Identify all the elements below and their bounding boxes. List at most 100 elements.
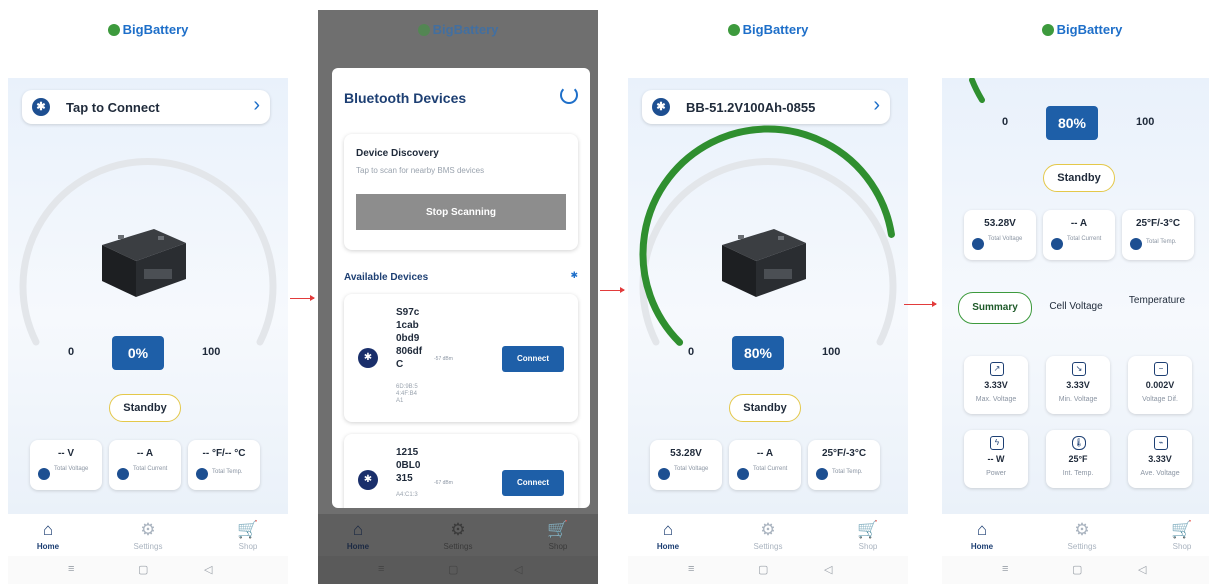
metric-value: 3.33V — [1066, 380, 1090, 390]
metric-label: Voltage Dif. — [1142, 396, 1178, 403]
screen-disconnected: BigBattery ✱ Tap to Connect › 0 0% 100 S… — [8, 0, 288, 584]
dashboard: ✱ BB-51.2V100Ah-0855 › 0 80% 100 Standby… — [628, 78, 908, 514]
nav-home-label: Home — [36, 542, 60, 551]
brand-icon — [417, 24, 430, 36]
nav-settings-label: Settings — [133, 542, 163, 551]
nav-settings-label: Settings — [443, 542, 473, 551]
metric-value: 0.002V — [1145, 380, 1175, 390]
menu-icon[interactable]: ≡ — [1002, 563, 1008, 575]
voltage-icon — [658, 468, 670, 480]
discovery-title: Device Discovery — [356, 148, 439, 159]
flow-arrow — [600, 287, 625, 293]
dashboard-scrolled[interactable]: 0 80% 100 Standby 53.28V Total Voltage --… — [942, 78, 1209, 514]
status-badge: Standby — [109, 394, 181, 422]
flow-arrow — [904, 301, 937, 307]
bottom-nav: ⌂ Home ⚙ Settings 🛒 Shop — [318, 514, 598, 556]
temp-label: Total Temp. — [832, 469, 863, 475]
menu-icon[interactable]: ≡ — [688, 563, 694, 575]
voltage-label: Total Voltage — [674, 466, 709, 472]
brand-name: BigBattery — [742, 22, 809, 37]
back-icon[interactable]: ◁ — [824, 563, 832, 576]
thermometer-icon: 🌡 — [1072, 436, 1086, 450]
tab-summary[interactable]: Summary — [958, 292, 1032, 324]
system-nav-bar: ≡ ▢ ◁ — [318, 556, 598, 584]
back-icon[interactable]: ◁ — [514, 563, 522, 576]
current-icon — [737, 468, 749, 480]
nav-settings[interactable]: ⚙ Settings — [738, 520, 798, 551]
status-badge: Standby — [1043, 164, 1115, 192]
connect-button[interactable]: Connect — [502, 346, 564, 372]
gauge-max: 100 — [1136, 116, 1155, 128]
nav-home-label: Home — [970, 542, 994, 551]
brand-logo: BigBattery — [318, 22, 598, 37]
home-square-icon[interactable]: ▢ — [448, 563, 458, 576]
nav-settings[interactable]: ⚙ Settings — [1052, 520, 1112, 551]
temp-label: Total Temp. — [1146, 239, 1177, 245]
back-icon[interactable]: ◁ — [1138, 563, 1146, 576]
nav-home[interactable]: ⌂ Home — [328, 520, 388, 551]
device-item[interactable]: ✱ 1215 0BL0 315 -67 dBm A4:C1:3 Connect — [344, 434, 578, 508]
current-value: -- A — [136, 448, 154, 459]
metric-label: Min. Voltage — [1058, 396, 1098, 403]
nav-shop[interactable]: 🛒 Shop — [838, 520, 898, 551]
nav-shop[interactable]: 🛒 Shop — [218, 520, 278, 551]
nav-settings[interactable]: ⚙ Settings — [118, 520, 178, 551]
menu-icon[interactable]: ≡ — [378, 563, 384, 575]
stop-scanning-button[interactable]: Stop Scanning — [356, 194, 566, 230]
device-name: S97c 1cab 0bd9 806df C — [396, 307, 423, 370]
current-value: -- A — [1070, 218, 1088, 229]
menu-icon[interactable]: ≡ — [68, 563, 74, 575]
modal-backdrop[interactable]: BigBattery Bluetooth Devices Device Disc… — [318, 10, 598, 584]
nav-home-label: Home — [656, 542, 680, 551]
tab-cell-voltage[interactable]: Cell Voltage — [1038, 292, 1114, 322]
battery-image — [716, 221, 808, 301]
charge-percent: 80% — [1046, 106, 1098, 140]
brand-icon — [1041, 24, 1054, 36]
nav-shop[interactable]: 🛒 Shop — [528, 520, 588, 551]
device-item[interactable]: ✱ S97c 1cab 0bd9 806df C -57 dBm 6D:9B:5… — [344, 294, 578, 422]
charge-percent: 80% — [732, 336, 784, 370]
temp-icon — [196, 468, 208, 480]
nav-settings[interactable]: ⚙ Settings — [428, 520, 488, 551]
temp-value: -- °F/-- °C — [202, 448, 246, 459]
bottom-nav: ⌂ Home ⚙ Settings 🛒 Shop — [628, 514, 908, 556]
nav-shop[interactable]: 🛒 Shop — [1152, 520, 1209, 551]
gauge-min: 0 — [1002, 116, 1009, 128]
nav-home[interactable]: ⌂ Home — [18, 520, 78, 551]
voltage-icon — [38, 468, 50, 480]
nav-home[interactable]: ⌂ Home — [638, 520, 698, 551]
temp-card: 25°F/-3°C Total Temp. — [1122, 210, 1194, 260]
modal-title: Bluetooth Devices — [344, 90, 467, 106]
tab-temperature[interactable]: Temperature — [1122, 292, 1192, 324]
home-square-icon[interactable]: ▢ — [1072, 563, 1082, 576]
home-icon: ⌂ — [976, 520, 988, 539]
refresh-icon[interactable] — [560, 86, 578, 104]
voltage-label: Total Voltage — [54, 466, 89, 472]
voltage-card: 53.28V Total Voltage — [964, 210, 1036, 260]
back-icon[interactable]: ◁ — [204, 563, 212, 576]
gear-icon: ⚙ — [1074, 520, 1090, 539]
gear-icon: ⚙ — [140, 520, 156, 539]
voltage-value: -- V — [57, 448, 75, 459]
battery-image — [96, 221, 188, 301]
current-icon — [117, 468, 129, 480]
metric-value: 25°F — [1068, 454, 1088, 464]
gauge-max: 100 — [202, 346, 221, 358]
current-label: Total Current — [133, 466, 168, 472]
brand-icon — [107, 24, 120, 36]
home-icon: ⌂ — [42, 520, 54, 539]
nav-home[interactable]: ⌂ Home — [952, 520, 1012, 551]
metric-power: ϟ -- W Power — [964, 430, 1028, 488]
screen-summary: BigBattery 0 80% 100 Standby 53.28V Total… — [942, 0, 1209, 584]
brand-name: BigBattery — [1056, 22, 1123, 37]
discovery-card: Device Discovery Tap to scan for nearby … — [344, 134, 578, 250]
home-square-icon[interactable]: ▢ — [138, 563, 148, 576]
metric-label: Int. Temp. — [1062, 470, 1094, 477]
brand-logo: BigBattery — [8, 22, 288, 37]
current-label: Total Current — [1067, 236, 1102, 242]
brand-name: BigBattery — [122, 22, 189, 37]
connect-button[interactable]: Connect — [502, 470, 564, 496]
metric-label: Ave. Voltage — [1140, 470, 1180, 477]
home-square-icon[interactable]: ▢ — [758, 563, 768, 576]
device-signal: -67 dBm — [434, 480, 453, 486]
